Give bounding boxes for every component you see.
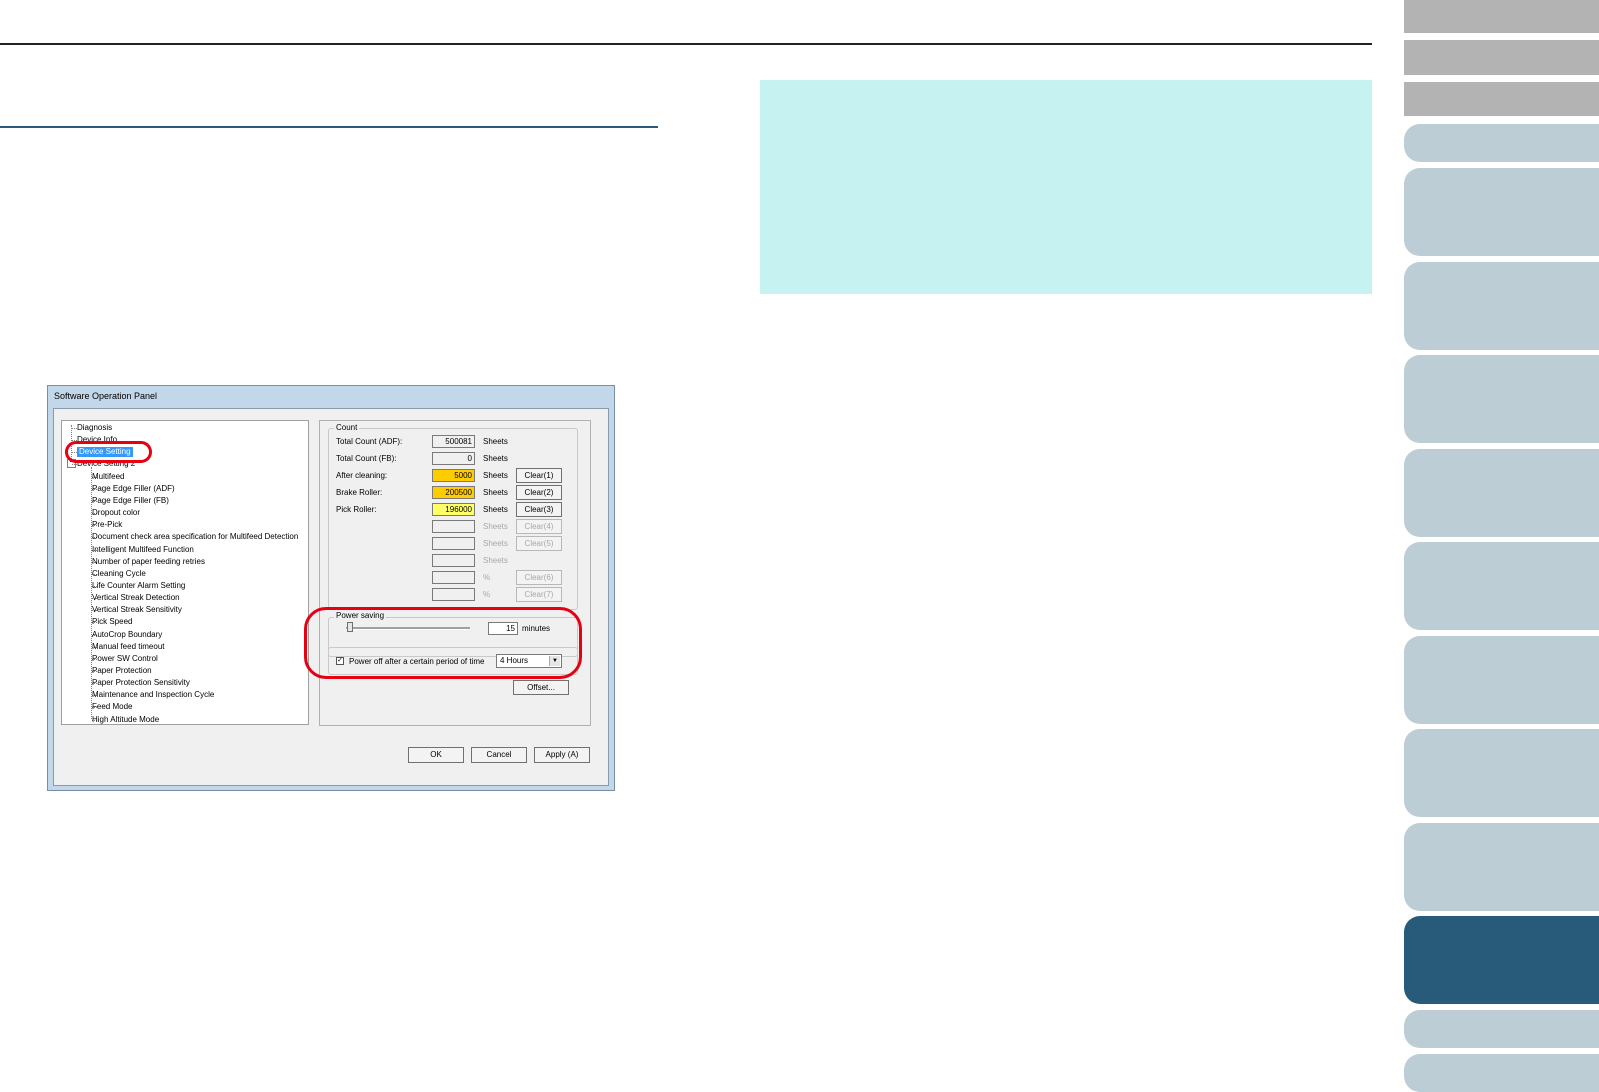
nav-tab-3[interactable] [1404,82,1599,116]
section-rule [0,126,658,128]
tree-item[interactable]: Document check area specification for Mu… [92,532,298,542]
header-rule [0,43,1372,45]
count-value-field: 200500 [432,486,475,499]
clear-counter-button[interactable]: Clear(1) [516,468,562,483]
tree-item[interactable]: Number of paper feeding retries [92,557,205,567]
tree-item[interactable]: Vertical Streak Sensitivity [92,605,182,615]
count-value-field: 5000 [432,469,475,482]
highlight-ring-device-setting [65,441,152,463]
tree-item[interactable]: Paper Protection Sensitivity [92,678,190,688]
tree-item[interactable]: Power SW Control [92,654,158,664]
tree-item[interactable]: Diagnosis [77,423,112,433]
clear-counter-button[interactable]: Clear(3) [516,502,562,517]
count-value-field: 0 [432,452,475,465]
nav-tab-9[interactable] [1404,542,1599,630]
tree-item[interactable]: Pick Speed [92,617,132,627]
count-unit-label: % [483,590,491,599]
nav-tab-2[interactable] [1404,40,1599,75]
count-unit-label: Sheets [483,522,508,531]
dialog-title: Software Operation Panel [54,391,158,401]
nav-tab-14[interactable] [1404,1010,1599,1048]
tree-item[interactable]: Life Counter Alarm Setting [92,581,185,591]
tree-item[interactable]: Cleaning Cycle [92,569,146,579]
count-value-field: 500081 [432,435,475,448]
count-unit-label: Sheets [483,488,508,497]
count-value-field [432,588,475,601]
count-value-field [432,537,475,550]
count-row-label: Pick Roller: [336,505,377,514]
nav-tab-4[interactable] [1404,124,1599,162]
nav-tab-7[interactable] [1404,355,1599,443]
ok-button[interactable]: OK [408,747,464,763]
clear-counter-button[interactable]: Clear(4) [516,519,562,534]
info-box [760,80,1372,294]
nav-tab-1[interactable] [1404,0,1599,33]
nav-tab-11[interactable] [1404,729,1599,817]
count-value-field [432,554,475,567]
nav-tab-5[interactable] [1404,168,1599,256]
nav-tab-13-active[interactable] [1404,916,1599,1004]
nav-tab-10[interactable] [1404,636,1599,724]
count-unit-label: % [483,573,491,582]
count-row-label: After cleaning: [336,471,388,480]
nav-tab-15[interactable] [1404,1054,1599,1092]
count-group-label: Count [334,423,360,432]
tree-item[interactable]: Page Edge Filler (ADF) [92,484,175,494]
clear-counter-button[interactable]: Clear(5) [516,536,562,551]
count-unit-label: Sheets [483,454,508,463]
tree-item[interactable]: Maintenance and Inspection Cycle [92,690,214,700]
nav-tab-8[interactable] [1404,449,1599,537]
count-unit-label: Sheets [483,539,508,548]
tree-item[interactable]: Paper Protection [92,666,152,676]
count-unit-label: Sheets [483,437,508,446]
count-row-label: Total Count (FB): [336,454,397,463]
count-value-field: 196000 [432,503,475,516]
offset-button[interactable]: Offset... [513,680,569,695]
device-setting-panel: Count Total Count (ADF): 500081 Sheets Tota… [304,420,591,726]
cancel-button[interactable]: Cancel [471,747,527,763]
count-row-label: Brake Roller: [336,488,383,497]
count-row-label: Total Count (ADF): [336,437,403,446]
tree-item[interactable]: Intelligent Multifeed Function [92,545,194,555]
tree-item[interactable]: Page Edge Filler (FB) [92,496,169,506]
count-unit-label: Sheets [483,505,508,514]
software-operation-panel-dialog: Software Operation Panel − Diagnosis Devi… [47,385,615,791]
tree-item[interactable]: Feed Mode [92,702,132,712]
clear-counter-button[interactable]: Clear(2) [516,485,562,500]
clear-counter-button[interactable]: Clear(6) [516,570,562,585]
highlight-ring-power-saving [304,607,582,679]
count-value-field [432,571,475,584]
clear-counter-button[interactable]: Clear(7) [516,587,562,602]
count-unit-label: Sheets [483,556,508,565]
tree-item[interactable]: Manual feed timeout [92,642,165,652]
tree-item[interactable]: Multifeed [92,472,124,482]
tree-item[interactable]: Pre-Pick [92,520,122,530]
nav-tab-12[interactable] [1404,823,1599,911]
count-unit-label: Sheets [483,471,508,480]
nav-tab-6[interactable] [1404,262,1599,350]
apply-button[interactable]: Apply (A) [534,747,590,763]
settings-tree: − Diagnosis Device Info Device Setting Devi… [61,420,309,725]
tree-item[interactable]: Vertical Streak Detection [92,593,180,603]
tree-item[interactable]: High Altitude Mode [92,715,159,725]
tree-item[interactable]: Dropout color [92,508,140,518]
count-value-field [432,520,475,533]
tree-item[interactable]: AutoCrop Boundary [92,630,162,640]
